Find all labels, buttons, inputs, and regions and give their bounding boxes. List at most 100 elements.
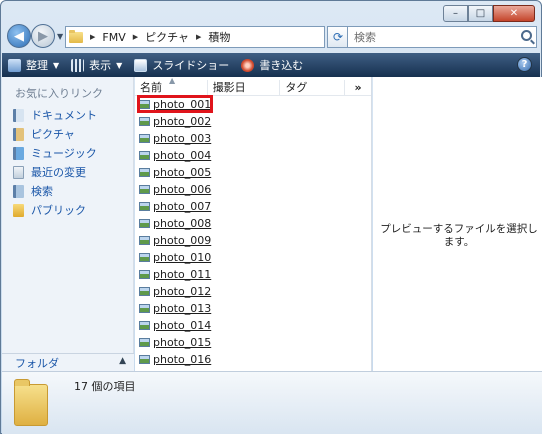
image-file-icon — [139, 286, 150, 296]
breadcrumb-current-folder[interactable]: 積物 — [208, 29, 230, 45]
folder-icon — [69, 29, 83, 43]
file-item[interactable]: photo_016 — [139, 351, 211, 367]
file-item[interactable]: photo_008 — [139, 215, 211, 231]
recent-icon — [13, 165, 24, 179]
file-name[interactable]: photo_016 — [153, 353, 211, 366]
file-name[interactable]: photo_012 — [153, 285, 211, 298]
file-name[interactable]: photo_009 — [153, 234, 211, 247]
image-file-icon — [139, 150, 150, 160]
file-name[interactable]: photo_008 — [153, 217, 211, 230]
file-list-pane: ▲ 名前 撮影日 タグ » photo_001 photo_002 photo_… — [135, 76, 372, 383]
file-name[interactable]: photo_003 — [153, 132, 211, 145]
sidebar-item-documents[interactable]: ドキュメント — [13, 107, 97, 123]
organize-button[interactable]: 整理 ▼ — [8, 57, 59, 73]
sidebar-item-music[interactable]: ミュージック — [13, 145, 97, 161]
view-button[interactable]: 表示 ▼ — [71, 57, 122, 73]
image-file-icon — [139, 252, 150, 262]
chevron-up-icon[interactable]: ▲ — [119, 356, 126, 366]
file-name[interactable]: photo_013 — [153, 302, 211, 315]
chevron-right-icon[interactable]: ▶ — [196, 33, 201, 41]
file-item[interactable]: photo_014 — [139, 317, 211, 333]
explorer-window: – □ ✕ ◀ ▶ ▼ ▶ FMV ▶ ピクチャ ▶ 積物 ▼ ⟳ 検索 整理 … — [0, 0, 542, 434]
file-name[interactable]: photo_004 — [153, 149, 211, 162]
file-name[interactable]: photo_007 — [153, 200, 211, 213]
caret-down-icon: ▼ — [53, 60, 60, 70]
caret-down-icon: ▼ — [116, 60, 123, 70]
more-columns-button[interactable]: » — [345, 80, 371, 96]
help-icon[interactable]: ? — [517, 57, 532, 72]
file-item[interactable]: photo_002 — [139, 113, 211, 129]
image-file-icon — [139, 133, 150, 143]
file-name[interactable]: photo_005 — [153, 166, 211, 179]
address-bar[interactable]: ▶ FMV ▶ ピクチャ ▶ 積物 ▼ — [65, 26, 372, 48]
file-item[interactable]: photo_009 — [139, 232, 211, 248]
back-button[interactable]: ◀ — [7, 24, 31, 48]
pictures-icon — [13, 127, 24, 141]
public-folder-icon — [13, 203, 24, 217]
chevron-right-icon[interactable]: ▶ — [133, 33, 138, 41]
breadcrumb-fmv[interactable]: FMV — [102, 31, 125, 44]
forward-button[interactable]: ▶ — [31, 24, 55, 48]
breadcrumb-pictures[interactable]: ピクチャ — [145, 29, 189, 45]
sidebar-item-label: 最近の変更 — [31, 166, 86, 179]
sidebar-item-recent[interactable]: 最近の変更 — [13, 164, 86, 180]
column-header-name[interactable]: ▲ 名前 — [135, 76, 208, 96]
file-item[interactable]: photo_006 — [139, 181, 211, 197]
file-item[interactable]: photo_015 — [139, 334, 211, 350]
preview-pane: プレビューするファイルを選択します。 — [373, 77, 542, 371]
image-file-icon — [139, 116, 150, 126]
close-button[interactable]: ✕ — [493, 5, 535, 22]
slideshow-icon — [134, 58, 148, 72]
organize-label: 整理 — [26, 59, 48, 72]
column-header-label: 名前 — [140, 81, 162, 94]
sidebar-item-pictures[interactable]: ピクチャ — [13, 126, 75, 142]
folders-toggle[interactable]: フォルダ ▲ — [2, 353, 134, 371]
chevron-right-icon[interactable]: ▶ — [90, 33, 95, 41]
search-placeholder: 検索 — [354, 31, 376, 44]
burn-label: 書き込む — [259, 59, 304, 72]
refresh-button[interactable]: ⟳ — [327, 26, 349, 48]
file-name[interactable]: photo_006 — [153, 183, 211, 196]
file-item[interactable]: photo_011 — [139, 266, 211, 282]
file-name[interactable]: photo_011 — [153, 268, 211, 281]
file-item[interactable]: photo_012 — [139, 283, 211, 299]
search-input[interactable]: 検索 — [347, 26, 537, 48]
sidebar-item-public[interactable]: パブリック — [13, 202, 86, 218]
file-item[interactable]: photo_004 — [139, 147, 211, 163]
column-header-tags[interactable]: タグ — [280, 80, 346, 96]
burn-button[interactable]: 書き込む — [241, 57, 303, 73]
image-file-icon — [139, 269, 150, 279]
file-name[interactable]: photo_010 — [153, 251, 211, 264]
slideshow-button[interactable]: スライドショー — [134, 57, 229, 73]
file-item[interactable]: photo_005 — [139, 164, 211, 180]
file-item[interactable]: photo_010 — [139, 249, 211, 265]
image-file-icon — [139, 167, 150, 177]
sidebar-item-label: ドキュメント — [31, 109, 97, 122]
folders-label: フォルダ — [15, 356, 59, 370]
highlight-box — [137, 95, 213, 113]
file-item[interactable]: photo_007 — [139, 198, 211, 214]
search-icon[interactable] — [521, 30, 532, 41]
image-file-icon — [139, 184, 150, 194]
image-file-icon — [139, 337, 150, 347]
maximize-button[interactable]: □ — [468, 5, 493, 22]
organize-icon — [8, 58, 21, 72]
file-item[interactable]: photo_013 — [139, 300, 211, 316]
preview-message: プレビューするファイルを選択します。 — [380, 223, 538, 248]
column-header-date-taken[interactable]: 撮影日 — [208, 80, 281, 96]
column-header-row: ▲ 名前 撮影日 タグ » — [135, 76, 371, 96]
minimize-button[interactable]: – — [443, 5, 468, 22]
file-name[interactable]: photo_015 — [153, 336, 211, 349]
file-item[interactable]: photo_001 — [137, 95, 213, 113]
image-file-icon — [139, 320, 150, 330]
file-name[interactable]: photo_014 — [153, 319, 211, 332]
sidebar-item-searches[interactable]: 検索 — [13, 183, 53, 199]
image-file-icon — [139, 218, 150, 228]
view-icon — [71, 58, 85, 72]
sidebar-item-label: パブリック — [31, 204, 86, 217]
sidebar-item-label: ミュージック — [31, 147, 97, 160]
item-count: 17 個の項目 — [74, 380, 136, 393]
file-name[interactable]: photo_002 — [153, 115, 211, 128]
file-item[interactable]: photo_003 — [139, 130, 211, 146]
recent-pages-dropdown[interactable]: ▼ — [57, 32, 63, 41]
